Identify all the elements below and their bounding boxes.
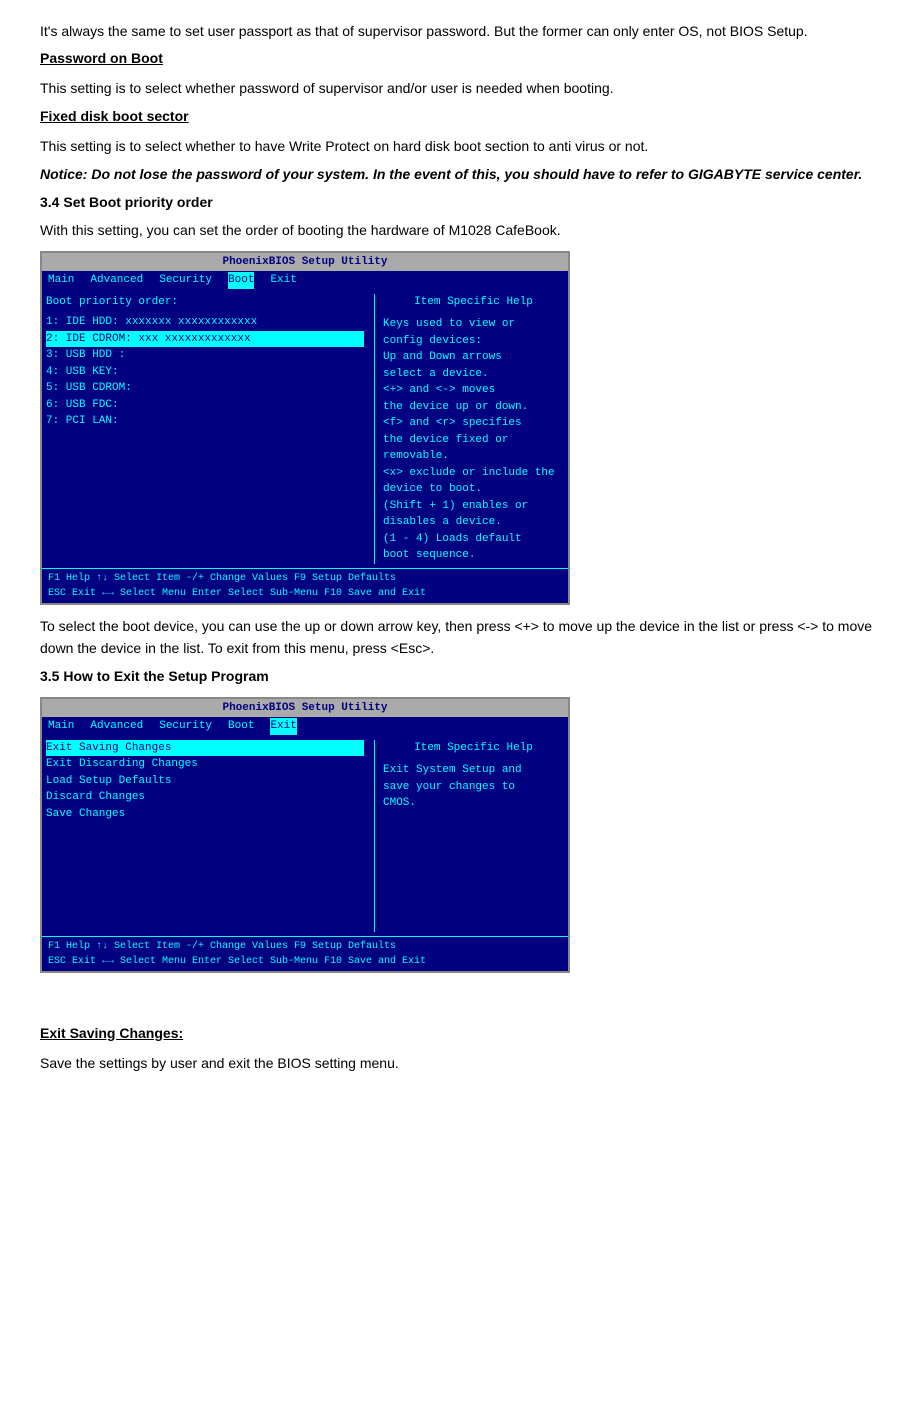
bios1-help-5: <+> and <-> moves — [383, 382, 564, 399]
bios2-right-panel: Item Specific Help Exit System Setup and… — [374, 740, 564, 932]
fixed-disk-heading: Fixed disk boot sector — [40, 106, 879, 127]
bios1-help-9: <x> exclude or include the — [383, 465, 564, 482]
password-on-boot-heading: Password on Boot — [40, 48, 879, 69]
bios2-item-2: Exit Discarding Changes — [46, 756, 364, 773]
bios1-help-8: the device fixed or removable. — [383, 432, 564, 465]
bios1-help-6: the device up or down. — [383, 399, 564, 416]
exit-saving-section: Exit Saving Changes: Save the settings b… — [40, 1023, 879, 1074]
bios2-right-title: Item Specific Help — [383, 740, 564, 757]
fixed-disk-text: This setting is to select whether to hav… — [40, 135, 879, 157]
bios1-item-2: 2: IDE CDROM: xxx xxxxxxxxxxxxx — [46, 331, 364, 348]
bios1-menu-exit: Exit — [270, 272, 296, 289]
section-34: 3.4 Set Boot priority order With this se… — [40, 192, 879, 241]
bios2-footer-row1: F1 Help ↑↓ Select Item -/+ Change Values… — [48, 939, 562, 954]
bios1-title: PhoenixBIOS Setup Utility — [42, 253, 568, 272]
boot-desc-text: To select the boot device, you can use t… — [40, 615, 879, 660]
password-on-boot-text: This setting is to select whether passwo… — [40, 77, 879, 99]
bios2-item-1: Exit Saving Changes — [46, 740, 364, 757]
bios1-menubar: Main Advanced Security Boot Exit — [42, 271, 568, 290]
bios2-help-2: save your changes to — [383, 779, 564, 796]
bios2-menu-main: Main — [48, 718, 74, 735]
section-35: 3.5 How to Exit the Setup Program — [40, 666, 879, 687]
bios1-menu-main: Main — [48, 272, 74, 289]
bios1-item-1: 1: IDE HDD: xxxxxxx xxxxxxxxxxxx — [46, 314, 364, 331]
bios2-item-3: Load Setup Defaults — [46, 773, 364, 790]
bios2-left-panel: Exit Saving Changes Exit Discarding Chan… — [46, 740, 374, 932]
bios1-boot-label: Boot priority order: — [46, 294, 364, 311]
bios1-help-2: config devices: — [383, 333, 564, 350]
bios1-footer-row2: ESC Exit ←→ Select Menu Enter Select Sub… — [48, 586, 562, 601]
bios-screen-1: PhoenixBIOS Setup Utility Main Advanced … — [40, 251, 570, 605]
bios2-menu-security: Security — [159, 718, 212, 735]
notice-section: Notice: Do not lose the password of your… — [40, 163, 879, 185]
exit-saving-text: Save the settings by user and exit the B… — [40, 1052, 879, 1074]
intro-paragraph: It's always the same to set user passpor… — [40, 20, 879, 42]
section-35-heading: 3.5 How to Exit the Setup Program — [40, 666, 879, 687]
bios2-help-1: Exit System Setup and — [383, 762, 564, 779]
bios1-right-title: Item Specific Help — [383, 294, 564, 311]
bios2-title: PhoenixBIOS Setup Utility — [42, 699, 568, 718]
bios1-menu-advanced: Advanced — [90, 272, 143, 289]
bios1-help-11: (Shift + 1) enables or — [383, 498, 564, 515]
bios-screen-2: PhoenixBIOS Setup Utility Main Advanced … — [40, 697, 570, 973]
fixed-disk-section: Fixed disk boot sector This setting is t… — [40, 106, 879, 157]
bios2-menu-exit: Exit — [270, 718, 296, 735]
spacer — [40, 983, 879, 1023]
notice-text: Notice: Do not lose the password of your… — [40, 163, 879, 185]
bios1-help-10: device to boot. — [383, 481, 564, 498]
bios2-item-4: Discard Changes — [46, 789, 364, 806]
bios1-item-3: 3: USB HDD : — [46, 347, 364, 364]
bios2-footer-row2: ESC Exit ←→ Select Menu Enter Select Sub… — [48, 954, 562, 969]
bios1-item-7: 7: PCI LAN: — [46, 413, 364, 430]
bios2-help-3: CMOS. — [383, 795, 564, 812]
bios2-footer: F1 Help ↑↓ Select Item -/+ Change Values… — [42, 936, 568, 971]
section-34-intro: With this setting, you can set the order… — [40, 219, 879, 241]
bios1-help-13: (1 - 4) Loads default — [383, 531, 564, 548]
bios1-menu-boot: Boot — [228, 272, 254, 289]
bios2-menu-advanced: Advanced — [90, 718, 143, 735]
bios1-item-5: 5: USB CDROM: — [46, 380, 364, 397]
password-on-boot-section: Password on Boot This setting is to sele… — [40, 48, 879, 99]
bios1-help-7: <f> and <r> specifies — [383, 415, 564, 432]
boot-description: To select the boot device, you can use t… — [40, 615, 879, 660]
bios1-help-1: Keys used to view or — [383, 316, 564, 333]
bios1-footer-row1: F1 Help ↑↓ Select Item -/+ Change Values… — [48, 571, 562, 586]
bios1-item-6: 6: USB FDC: — [46, 397, 364, 414]
bios1-help-3: Up and Down arrows — [383, 349, 564, 366]
bios1-right-panel: Item Specific Help Keys used to view or … — [374, 294, 564, 564]
exit-saving-heading: Exit Saving Changes: — [40, 1023, 879, 1044]
bios1-help-12: disables a device. — [383, 514, 564, 531]
bios1-help-4: select a device. — [383, 366, 564, 383]
bios1-menu-security: Security — [159, 272, 212, 289]
section-34-heading: 3.4 Set Boot priority order — [40, 192, 879, 213]
bios1-item-4: 4: USB KEY: — [46, 364, 364, 381]
bios2-menu-boot: Boot — [228, 718, 254, 735]
bios1-footer: F1 Help ↑↓ Select Item -/+ Change Values… — [42, 568, 568, 603]
bios1-left-panel: Boot priority order: 1: IDE HDD: xxxxxxx… — [46, 294, 374, 564]
bios2-menubar: Main Advanced Security Boot Exit — [42, 717, 568, 736]
bios1-help-14: boot sequence. — [383, 547, 564, 564]
bios2-item-5: Save Changes — [46, 806, 364, 823]
